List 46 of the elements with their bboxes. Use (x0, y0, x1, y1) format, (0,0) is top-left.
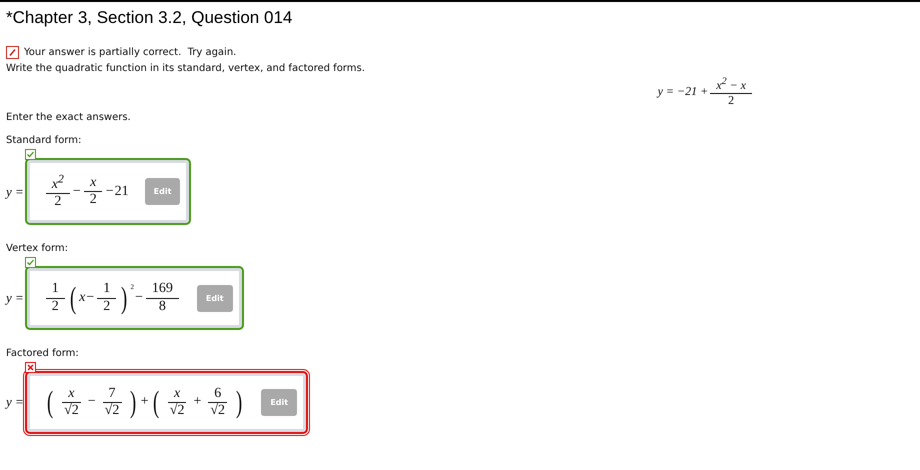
question-title: *Chapter 3, Section 3.2, Question 014 (6, 8, 294, 28)
operator: − (72, 184, 81, 200)
operator: + (140, 394, 149, 410)
denominator: √2 (104, 402, 120, 419)
instruction-text: Write the quadratic function in its standard, vertex, and factored forms. (6, 63, 366, 74)
denominator: √2 (63, 402, 80, 419)
denominator: √2 (209, 402, 226, 419)
numerator: 1 (97, 281, 116, 299)
parenthesis: ( (152, 386, 159, 418)
denominator: 2 (53, 194, 62, 210)
numerator: x$^{2}$ (46, 172, 70, 194)
numerator: x (84, 174, 102, 192)
denominator: 8 (158, 298, 167, 315)
numerator: 169 (146, 281, 179, 299)
math-term: 21 (114, 184, 129, 200)
math-term: x (79, 290, 86, 306)
operator: + (193, 394, 202, 410)
equation-prefix: y = (6, 184, 24, 200)
operator: − (106, 184, 114, 200)
equation-prefix: y = (6, 290, 24, 306)
denominator: 2 (88, 192, 98, 208)
equation-prefix: y = (6, 394, 24, 410)
numerator: 7 (102, 386, 122, 403)
form-label: Standard form: (6, 134, 82, 146)
parenthesis: ) (121, 282, 128, 314)
parenthesis: ) (130, 386, 137, 418)
prompt-text: Enter the exact answers. (6, 112, 132, 123)
parenthesis: ) (236, 386, 242, 418)
parenthesis: ( (70, 282, 76, 314)
parenthesis: ( (46, 386, 53, 418)
operator: − (88, 394, 96, 410)
form-label: Factored form: (6, 348, 80, 359)
numerator: x$^{2}$ − x (710, 76, 752, 94)
feedback-message: Your answer is partially correct. Try again. (24, 47, 236, 58)
numerator: x (62, 386, 81, 403)
denominator: 2 (102, 298, 112, 315)
numerator: 6 (208, 386, 228, 403)
denominator: 2 (50, 298, 60, 315)
numerator: x (168, 386, 186, 403)
given-equation-lead: y = −21 + (658, 84, 708, 100)
denominator: √2 (168, 402, 186, 419)
form-label: Vertex form: (6, 243, 70, 254)
numerator: 1 (46, 281, 65, 299)
denominator: 2 (727, 94, 736, 108)
operator: − (86, 290, 94, 306)
operator: − (134, 290, 143, 306)
